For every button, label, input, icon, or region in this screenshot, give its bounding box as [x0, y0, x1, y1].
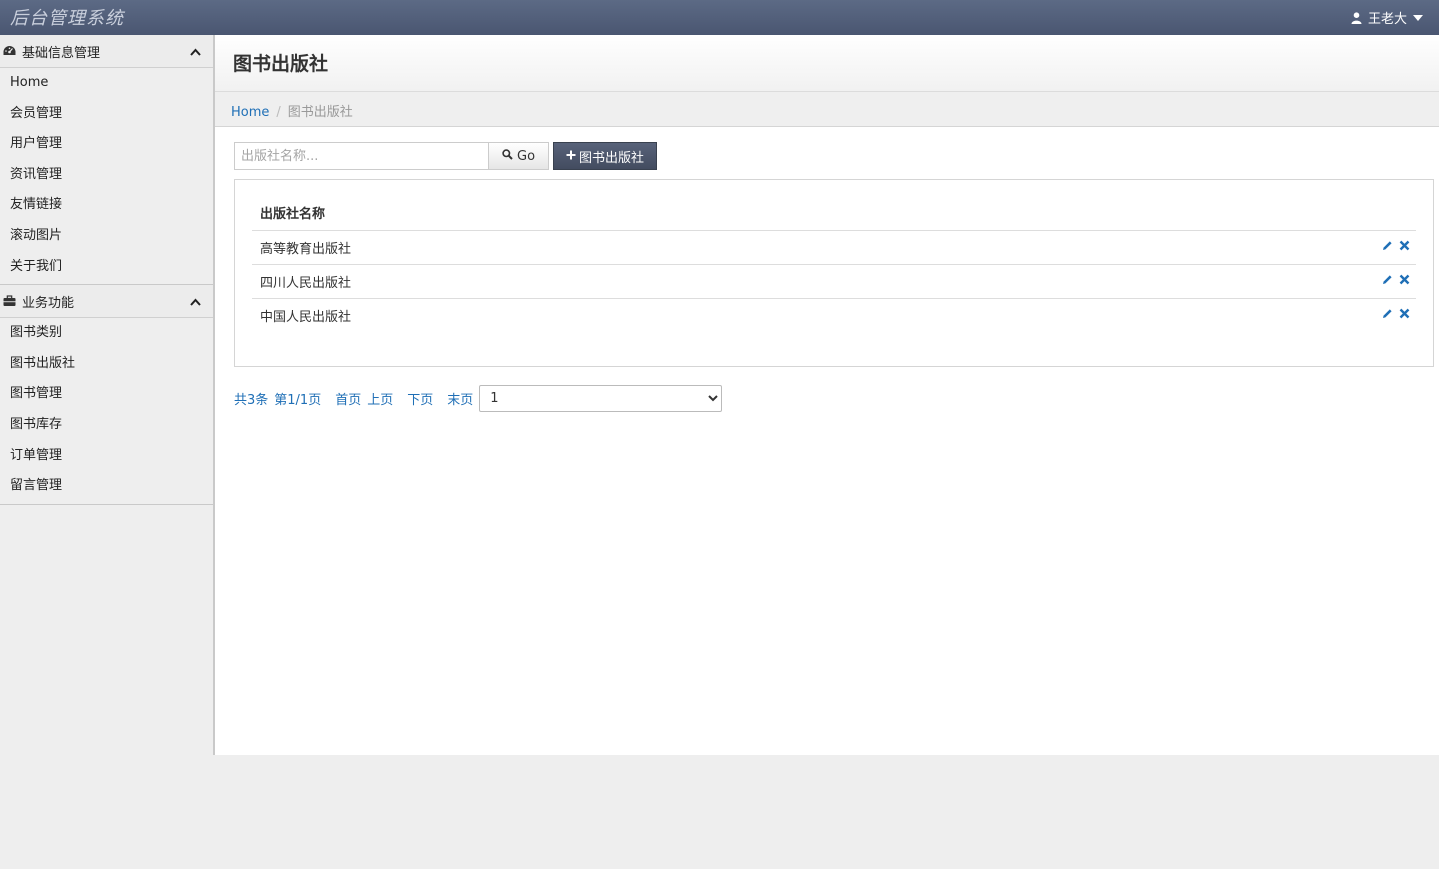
delete-x-icon[interactable] [1399, 240, 1410, 255]
edit-pencil-icon[interactable] [1382, 240, 1393, 255]
app-brand[interactable]: 后台管理系统 [10, 4, 124, 30]
page-title: 图书出版社 [233, 53, 329, 75]
sidebar-group-basic-info[interactable]: 基础信息管理 [0, 35, 213, 68]
sidebar-item-messages[interactable]: 留言管理 [0, 471, 213, 502]
sidebar-group-business-list: 图书类别 图书出版社 图书管理 图书库存 订单管理 留言管理 [0, 318, 213, 505]
top-navbar: 后台管理系统 王老大 [0, 0, 1439, 35]
table-header-row: 出版社名称 [252, 196, 1416, 231]
pager-page-info: 第1/1页 [274, 393, 322, 408]
delete-x-icon[interactable] [1399, 308, 1410, 323]
pager-next-link[interactable]: 下页 [407, 389, 433, 408]
chevron-up-icon[interactable] [190, 45, 201, 60]
publisher-name-cell: 四川人民出版社 [252, 264, 1336, 299]
go-button-label: Go [517, 148, 536, 164]
sidebar-group-title: 基础信息管理 [22, 45, 101, 61]
sidebar-item-book-categories[interactable]: 图书类别 [0, 318, 213, 349]
pager-total: 共3条 [234, 393, 269, 408]
row-actions [1336, 298, 1416, 332]
publisher-name-cell: 高等教育出版社 [252, 230, 1336, 265]
sidebar-group-business[interactable]: 业务功能 [0, 285, 213, 319]
sidebar-item-slides[interactable]: 滚动图片 [0, 221, 213, 252]
row-actions [1336, 230, 1416, 265]
pager-first-link[interactable]: 首页 [335, 389, 361, 408]
toolbar: Go 图书出版社 [234, 142, 658, 170]
user-menu[interactable]: 王老大 [1351, 8, 1423, 27]
publisher-name-cell: 中国人民出版社 [260, 309, 352, 325]
search-icon [502, 148, 513, 164]
pager-last-link[interactable]: 末页 [447, 389, 473, 408]
page-select[interactable]: 1 [479, 385, 723, 412]
pagination: 共3条 第1/1页 首页 上页 下页 末页 1 [234, 385, 723, 412]
table-row: 高等教育出版社 [252, 230, 1416, 265]
edit-pencil-icon[interactable] [1382, 274, 1393, 289]
sidebar: 基础信息管理 Home 会员管理 用户管理 资讯管理 友情链接 滚动图片 关于我… [0, 35, 215, 755]
main-content: 图书出版社 Home / 图书出版社 Go 图书出版社 出版社名称 [215, 35, 1439, 755]
sidebar-item-book-publishers[interactable]: 图书出版社 [0, 349, 213, 380]
sidebar-item-orders[interactable]: 订单管理 [0, 441, 213, 472]
sidebar-item-books[interactable]: 图书管理 [0, 379, 213, 410]
table-row: 中国人民出版社 [252, 298, 1416, 332]
edit-pencil-icon[interactable] [1382, 308, 1393, 323]
user-name: 王老大 [1367, 12, 1407, 27]
breadcrumb-separator: / [276, 105, 281, 120]
go-button[interactable]: Go [489, 142, 550, 170]
page-header: 图书出版社 [215, 35, 1439, 92]
sidebar-item-links[interactable]: 友情链接 [0, 190, 213, 221]
sidebar-item-home[interactable]: Home [0, 68, 213, 99]
delete-x-icon[interactable] [1399, 274, 1410, 289]
column-header-publisher-name: 出版社名称 [252, 196, 1336, 231]
breadcrumb-current: 图书出版社 [287, 105, 353, 120]
sidebar-item-about[interactable]: 关于我们 [0, 252, 213, 283]
sidebar-item-members[interactable]: 会员管理 [0, 99, 213, 130]
sidebar-item-book-stock[interactable]: 图书库存 [0, 410, 213, 441]
sidebar-group-title: 业务功能 [22, 295, 75, 311]
publisher-table: 出版社名称 高等教育出版社 四川人民出版社 中国人民出版社 [252, 196, 1416, 332]
plus-icon [566, 149, 576, 164]
dashboard-icon [2, 44, 16, 58]
caret-down-icon [1413, 14, 1423, 21]
sidebar-item-users[interactable]: 用户管理 [0, 129, 213, 160]
sidebar-item-news[interactable]: 资讯管理 [0, 160, 213, 191]
breadcrumb: Home / 图书出版社 [215, 92, 1439, 127]
table-row: 四川人民出版社 [252, 264, 1416, 299]
chevron-up-icon[interactable] [190, 295, 201, 310]
user-icon [1351, 11, 1362, 24]
column-header-actions [1336, 196, 1416, 231]
pager-prev-link[interactable]: 上页 [367, 389, 393, 408]
row-actions [1336, 264, 1416, 299]
publisher-table-panel: 出版社名称 高等教育出版社 四川人民出版社 中国人民出版社 [234, 179, 1434, 367]
add-publisher-label: 图书出版社 [579, 150, 645, 166]
search-input[interactable] [234, 142, 489, 170]
briefcase-icon [2, 294, 16, 308]
sidebar-group-basic-info-list: Home 会员管理 用户管理 资讯管理 友情链接 滚动图片 关于我们 [0, 68, 213, 286]
breadcrumb-home-link[interactable]: Home [231, 105, 269, 120]
add-publisher-button[interactable]: 图书出版社 [553, 142, 658, 170]
